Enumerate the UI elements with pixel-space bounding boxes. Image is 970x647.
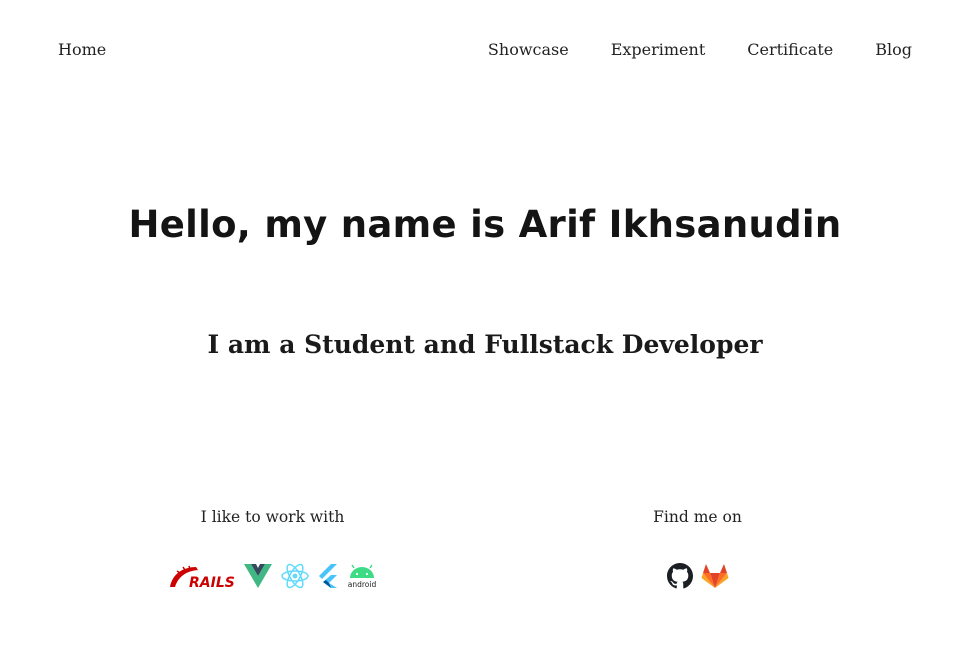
social-section: Find me on (610, 506, 785, 591)
hero-subtitle: I am a Student and Fullstack Developer (207, 330, 763, 359)
flutter-logo-icon (317, 563, 339, 589)
nav-certificate-link[interactable]: Certificate (747, 40, 833, 59)
rails-logo-text: RAILS (189, 575, 235, 589)
gitlab-icon[interactable] (701, 563, 729, 589)
github-icon[interactable] (666, 563, 693, 589)
android-logo-icon: android (346, 563, 378, 589)
social-icons (610, 561, 785, 591)
nav-showcase-link[interactable]: Showcase (488, 40, 569, 59)
social-label: Find me on (653, 508, 742, 526)
android-logo-text: android (347, 580, 376, 589)
rails-logo-icon: RAILS (168, 563, 236, 589)
top-nav: Home Showcase Experiment Certificate Blo… (0, 38, 970, 66)
hero-title: Hello, my name is Arif Ikhsanudin (128, 203, 842, 246)
tech-stack-section: I like to work with RAILS android (165, 506, 380, 591)
react-logo-icon (280, 563, 310, 589)
nav-blog-link[interactable]: Blog (875, 40, 912, 59)
nav-right-links: Showcase Experiment Certificate Blog (488, 40, 912, 59)
tech-stack-label: I like to work with (200, 508, 345, 526)
nav-home-link[interactable]: Home (58, 40, 106, 59)
vue-logo-icon (243, 563, 273, 589)
tech-stack-icons: RAILS android (165, 561, 380, 591)
nav-experiment-link[interactable]: Experiment (611, 40, 706, 59)
